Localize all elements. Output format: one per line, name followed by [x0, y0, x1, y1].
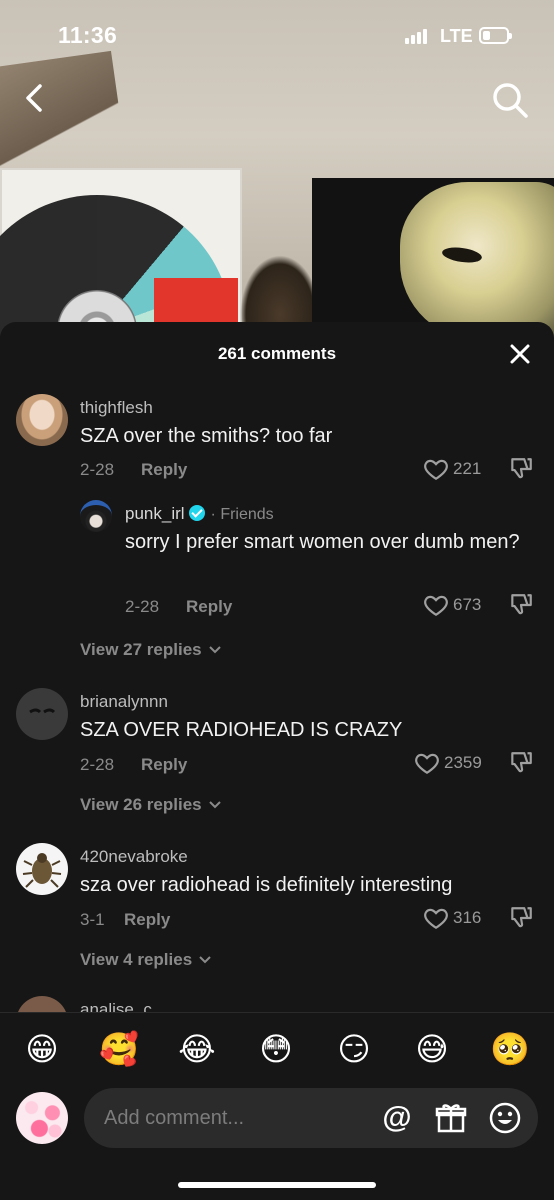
heart-icon: [424, 908, 448, 930]
signal-icon: [405, 28, 427, 44]
emoji-joy[interactable]: 😂: [177, 1029, 217, 1069]
reply-button[interactable]: Reply: [124, 910, 170, 930]
view-replies-label: View 4 replies: [80, 950, 193, 969]
view-replies-label: View 27 replies: [80, 640, 202, 659]
dislike-button[interactable]: [508, 905, 534, 931]
thumbs-down-icon: [511, 458, 532, 479]
album-cover-right: [312, 178, 554, 340]
thumbs-down-icon: [511, 752, 532, 773]
like-count: 673: [453, 595, 482, 614]
home-indicator[interactable]: [178, 1182, 376, 1188]
close-button[interactable]: [506, 340, 534, 368]
avatar[interactable]: [16, 843, 68, 895]
reply-avatar[interactable]: [80, 500, 112, 532]
search-button[interactable]: [490, 80, 530, 120]
gift-icon: [435, 1104, 467, 1133]
avatar[interactable]: [16, 394, 68, 446]
emoji-sweat-smile[interactable]: 😅: [412, 1029, 452, 1069]
avatar-face-icon: [29, 708, 56, 714]
heart-icon: [424, 459, 448, 481]
like-count: 2359: [444, 753, 482, 772]
network-label: LTE: [440, 26, 473, 46]
chevron-left-icon: [26, 84, 42, 112]
comment-date: 2-28: [80, 755, 115, 774]
emoji-hearts[interactable]: 🥰: [99, 1029, 139, 1069]
battery-fill: [483, 31, 490, 40]
heart-icon: [415, 753, 439, 775]
search-icon: [493, 83, 528, 118]
reply-username-text: punk_irl: [125, 504, 185, 523]
status-bar: 11:36 LTE: [0, 0, 554, 70]
comment-username[interactable]: 420nevabroke: [80, 847, 188, 867]
comment-username[interactable]: analise_c: [80, 1000, 152, 1012]
dislike-button[interactable]: [508, 456, 534, 482]
back-button[interactable]: [18, 80, 52, 116]
mention-icon: @: [382, 1101, 412, 1134]
verified-badge-icon: [188, 505, 205, 521]
emoji-pleading[interactable]: 🥺: [490, 1029, 530, 1069]
comment-date: 3-1: [80, 910, 105, 929]
reply-button[interactable]: Reply: [186, 597, 232, 617]
comment-input[interactable]: [84, 1088, 538, 1148]
mention-button[interactable]: @: [380, 1101, 414, 1135]
like-button[interactable]: 2359: [414, 750, 482, 776]
view-replies-label: View 26 replies: [80, 795, 202, 814]
album-cover-left: [0, 168, 242, 340]
gift-button[interactable]: [434, 1101, 468, 1135]
comment-username[interactable]: thighflesh: [80, 398, 153, 418]
like-button[interactable]: 316: [423, 905, 481, 931]
friends-tag: · Friends: [210, 506, 274, 523]
chevron-down-icon: [208, 646, 221, 654]
comment-text: sza over radiohead is definitely interes…: [80, 874, 453, 896]
comment-text: SZA OVER RADIOHEAD IS CRAZY: [80, 719, 403, 741]
reply-date: 2-28: [125, 597, 160, 616]
dislike-button[interactable]: [508, 750, 534, 776]
status-time: 11:36: [58, 22, 118, 48]
close-icon: [510, 344, 530, 364]
my-avatar[interactable]: [16, 1092, 68, 1144]
view-replies-button[interactable]: View 26 replies: [80, 795, 222, 815]
comments-count: 261 comments: [217, 344, 337, 363]
avatar[interactable]: [16, 996, 68, 1012]
bug-icon: [22, 853, 62, 888]
battery-icon: [479, 27, 512, 44]
reply-username[interactable]: punk_irl · Friends: [125, 504, 274, 524]
like-button[interactable]: 673: [423, 592, 481, 618]
view-replies-button[interactable]: View 27 replies: [80, 640, 222, 660]
dislike-button[interactable]: [508, 592, 534, 618]
comment-username[interactable]: brianalynnn: [80, 692, 168, 712]
emoji-smirk[interactable]: 😏: [334, 1029, 374, 1069]
like-count: 221: [453, 459, 482, 478]
sheet-header: 261 comments: [0, 322, 554, 382]
chevron-down-icon: [208, 801, 221, 809]
comment-item: analise_c: [0, 994, 554, 1012]
emoji-flushed[interactable]: 😳: [256, 1029, 296, 1069]
reply-text: sorry I prefer smart women over dumb men…: [125, 531, 520, 553]
thumbs-down-icon: [511, 594, 532, 615]
heart-icon: [424, 595, 448, 617]
comment-text: SZA over the smiths? too far: [80, 425, 333, 447]
avatar[interactable]: [16, 688, 68, 740]
view-replies-button[interactable]: View 4 replies: [80, 950, 212, 970]
emoji-picker-button[interactable]: [488, 1101, 522, 1135]
smiley-icon: [489, 1102, 521, 1134]
like-count: 316: [453, 908, 482, 927]
thumbs-down-icon: [511, 907, 532, 928]
reply-button[interactable]: Reply: [141, 460, 187, 480]
emoji-grin[interactable]: 😁: [22, 1029, 62, 1069]
comment-date: 2-28: [80, 460, 115, 479]
chevron-down-icon: [199, 956, 211, 964]
reply-button[interactable]: Reply: [141, 755, 187, 775]
emoji-quick-row: 😁 🥰 😂 😳 😏 😅 🥺: [0, 1012, 554, 1084]
like-button[interactable]: 221: [423, 456, 481, 482]
